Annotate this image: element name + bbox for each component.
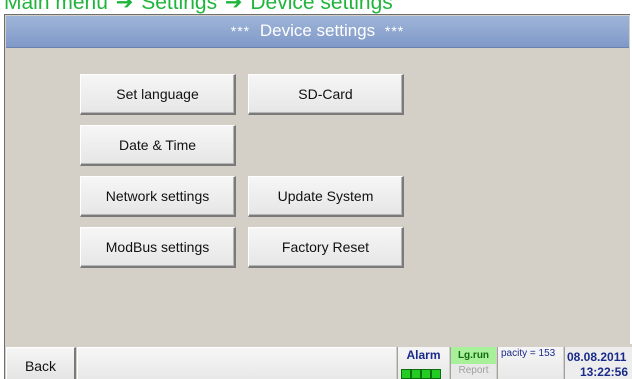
sd-card-label: SD-Card xyxy=(298,86,353,102)
breadcrumb-item-device-settings: Device settings xyxy=(250,0,393,14)
breadcrumb-item-settings: Settings xyxy=(141,0,218,14)
alarm-label: Alarm xyxy=(406,348,441,362)
breadcrumb: Main menu ➔ Settings ➔ Device settings xyxy=(4,0,393,15)
arrow-right-icon: ➔ xyxy=(224,0,243,14)
back-button[interactable]: Back xyxy=(6,347,76,379)
title-stars-left: *** xyxy=(230,23,251,39)
modbus-settings-label: ModBus settings xyxy=(105,239,210,255)
set-language-button[interactable]: Set language xyxy=(80,74,236,115)
update-system-label: Update System xyxy=(277,188,374,204)
factory-reset-label: Factory Reset xyxy=(281,239,370,255)
datetime-display: 08.08.2011 13:22:56 xyxy=(564,347,632,379)
update-system-button[interactable]: Update System xyxy=(248,176,404,217)
arrow-right-icon: ➔ xyxy=(115,0,134,14)
title-bar: *** Device settings *** xyxy=(6,16,629,48)
set-language-label: Set language xyxy=(116,86,199,102)
logger-status[interactable]: Lg.run Report xyxy=(450,347,496,379)
breadcrumb-item-main-menu: Main menu xyxy=(4,0,108,14)
capacity-indicator: pacity = 153 xyxy=(497,347,563,379)
capacity-text: pacity = 153 xyxy=(501,348,556,359)
title-stars-right: *** xyxy=(384,23,405,39)
alarm-led-icon xyxy=(411,369,421,379)
page-title: Device settings xyxy=(259,21,376,40)
modbus-settings-button[interactable]: ModBus settings xyxy=(80,227,236,268)
alarm-indicator[interactable]: Alarm xyxy=(397,347,449,379)
network-settings-label: Network settings xyxy=(105,188,210,204)
factory-reset-button[interactable]: Factory Reset xyxy=(248,227,404,268)
date-time-button[interactable]: Date & Time xyxy=(80,125,236,166)
sd-card-button[interactable]: SD-Card xyxy=(248,74,404,115)
network-settings-button[interactable]: Network settings xyxy=(80,176,236,217)
alarm-led-icon xyxy=(401,369,411,379)
back-label: Back xyxy=(24,357,57,374)
time-text: 13:22:56 xyxy=(579,365,628,379)
alarm-leds xyxy=(401,369,441,379)
alarm-led-icon xyxy=(431,369,441,379)
date-time-label: Date & Time xyxy=(118,137,197,153)
empty-status-slot xyxy=(77,347,396,379)
alarm-led-icon xyxy=(421,369,431,379)
logger-run-badge: Lg.run xyxy=(451,347,496,364)
report-label: Report xyxy=(458,365,489,376)
date-text: 08.08.2011 xyxy=(567,350,627,364)
